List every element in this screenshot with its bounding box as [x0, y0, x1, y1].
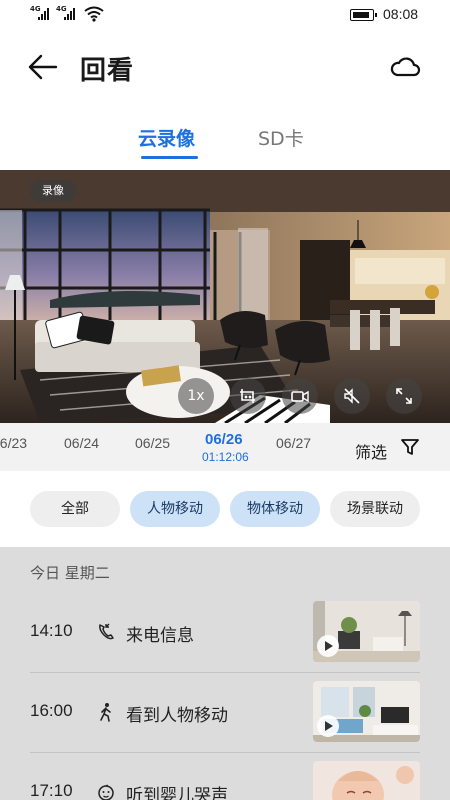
baby-face-icon: [98, 784, 114, 800]
video-frame-living-room: [0, 170, 450, 423]
date-selector: 06/23 06/24 06/25 06/26 01:12:06 06/27 筛…: [0, 423, 450, 471]
mute-icon: [344, 388, 360, 404]
event-time: 17:10: [30, 781, 73, 800]
page-title: 回看: [80, 56, 135, 86]
event-time: 14:10: [30, 621, 73, 640]
active-playback-time: 01:12:06: [202, 450, 249, 464]
app-header: 回看: [0, 40, 450, 96]
video-player[interactable]: 录像 1x: [0, 170, 450, 423]
list-item[interactable]: 16:00 看到人物移动: [30, 673, 420, 753]
thumbnail-image: [313, 761, 420, 800]
arrow-left-icon[interactable]: [26, 52, 60, 82]
status-bar: 4G 4G 08:08: [0, 0, 450, 32]
event-label: 看到人物移动: [126, 706, 228, 726]
chip-object-motion[interactable]: 物体移动: [230, 491, 320, 527]
active-tab-indicator: [141, 156, 198, 159]
chip-all[interactable]: 全部: [30, 491, 120, 527]
record-icon: [291, 390, 309, 403]
event-label: 听到婴儿哭声: [126, 786, 228, 800]
status-time: 08:08: [383, 6, 419, 22]
date-item[interactable]: 06/27: [276, 435, 311, 451]
day-header: 今日 星期二: [30, 564, 110, 582]
event-list: 今日 星期二 14:10 来电信息 16:00 看到人物移动 17:10 听到婴…: [0, 547, 450, 800]
event-thumbnail[interactable]: [313, 681, 420, 742]
playback-speed-button[interactable]: 1x: [178, 378, 214, 414]
play-icon: [317, 715, 339, 737]
cloud-icon[interactable]: [388, 54, 422, 80]
filter-label: 筛选: [355, 443, 388, 462]
playback-speed-label: 1x: [187, 388, 205, 404]
chip-scene-linkage[interactable]: 场景联动: [330, 491, 420, 527]
chip-person-motion[interactable]: 人物移动: [130, 491, 220, 527]
fullscreen-icon: [396, 388, 412, 404]
tab-bar: 云录像 SD卡: [0, 118, 450, 162]
screenshot-icon: [240, 389, 255, 403]
incoming-call-icon: [99, 623, 114, 640]
fullscreen-button[interactable]: [386, 378, 422, 414]
play-icon: [317, 635, 339, 657]
filter-button[interactable]: 筛选: [352, 429, 432, 465]
event-thumbnail[interactable]: [313, 761, 420, 800]
date-item-active[interactable]: 06/26: [205, 431, 243, 448]
date-item[interactable]: 06/23: [0, 435, 27, 451]
event-thumbnail[interactable]: [313, 601, 420, 662]
event-label: 来电信息: [126, 626, 194, 646]
list-item[interactable]: 17:10 听到婴儿哭声: [30, 753, 420, 800]
record-button[interactable]: [282, 378, 318, 414]
date-item[interactable]: 06/25: [135, 435, 170, 451]
filter-funnel-icon: [401, 439, 419, 455]
tab-sd-card[interactable]: SD卡: [258, 124, 304, 151]
wifi-icon: [84, 6, 104, 22]
event-time: 16:00: [30, 701, 73, 720]
screenshot-button[interactable]: [230, 378, 266, 414]
recording-badge: 录像: [30, 180, 76, 202]
list-item[interactable]: 14:10 来电信息: [30, 593, 420, 673]
person-walking-icon: [100, 703, 111, 722]
mute-button[interactable]: [334, 378, 370, 414]
battery-icon: [350, 9, 377, 21]
tab-cloud-recording[interactable]: 云录像: [138, 124, 195, 151]
date-item[interactable]: 06/24: [64, 435, 99, 451]
